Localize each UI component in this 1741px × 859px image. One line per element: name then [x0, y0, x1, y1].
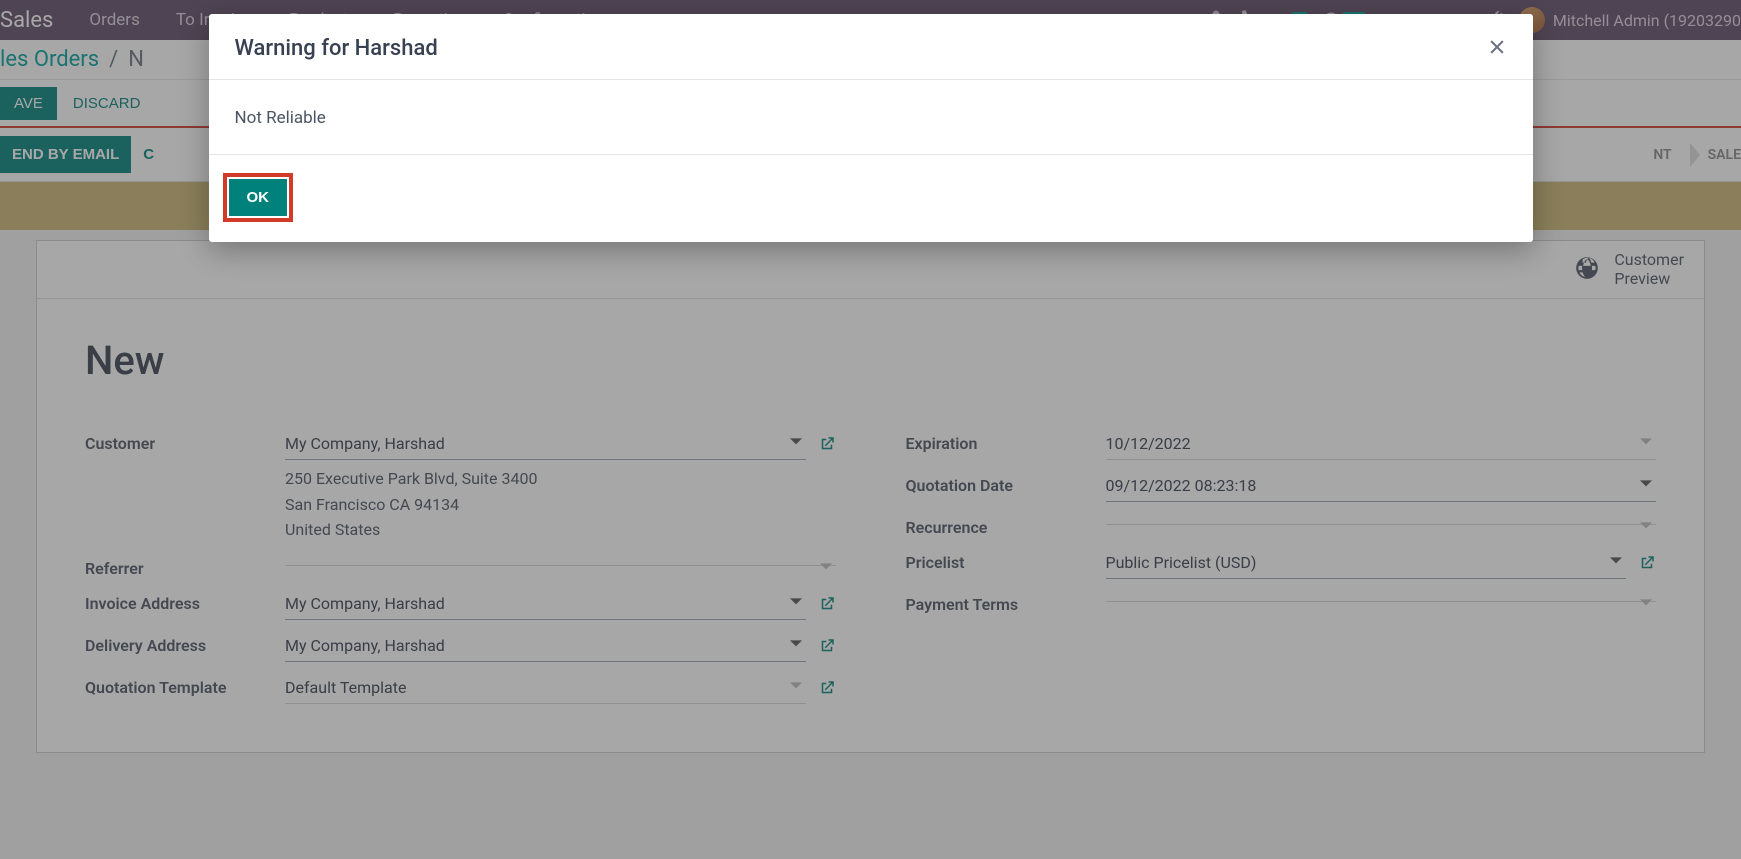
modal-title: Warning for Harshad — [235, 36, 438, 61]
warning-modal: Warning for Harshad Not Reliable OK — [209, 14, 1533, 242]
close-icon[interactable] — [1487, 37, 1507, 61]
ok-button[interactable]: OK — [229, 179, 288, 216]
modal-overlay: Warning for Harshad Not Reliable OK — [0, 0, 1741, 859]
modal-body: Not Reliable — [209, 80, 1533, 155]
ok-button-highlight: OK — [223, 173, 294, 222]
